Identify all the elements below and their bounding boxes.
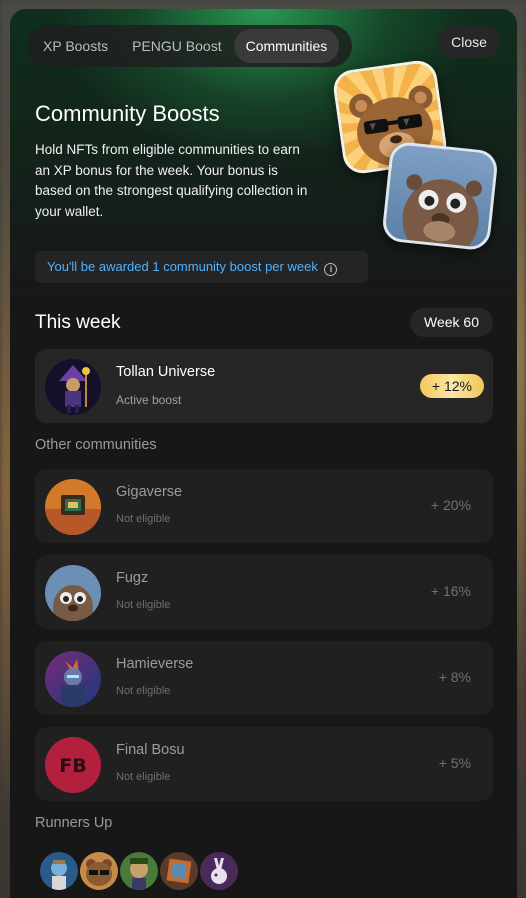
page-description: Hold NFTs from eligible communities to e… [35,142,308,219]
hamieverse-avatar [45,651,101,707]
community-status: Not eligible [116,599,171,611]
boost-percentage-badge: + 12% [419,374,484,398]
other-communities-heading: Other communities [35,437,157,453]
community-card-gigaverse[interactable]: Gigaverse Not eligible + 20% [35,469,493,543]
runner-avatar-4[interactable] [160,852,198,890]
info-text: You'll be awarded 1 community boost per … [47,259,318,274]
fugz-avatar [45,565,101,621]
community-status: Active boost [116,393,182,407]
otter-artwork [381,140,499,252]
boost-percentage: + 16% [430,583,471,599]
community-status: Not eligible [116,771,171,783]
tab-communities[interactable]: Communities [233,29,340,63]
close-button[interactable]: Close [438,26,500,58]
community-status: Not eligible [116,513,171,525]
community-name: Gigaverse [116,484,183,500]
runner-avatar-1[interactable] [40,852,78,890]
community-boosts-modal: XP Boosts PENGU Boost Communities Close [10,9,517,898]
boost-percentage: + 20% [430,497,471,513]
runner-avatar-5[interactable] [200,852,238,890]
final-bosu-logo: FB [45,737,101,793]
community-card-hamieverse[interactable]: Hamieverse Not eligible + 8% [35,641,493,715]
tab-bar: XP Boosts PENGU Boost Communities [27,25,352,67]
page-title: Community Boosts [35,101,220,126]
gigaverse-avatar [45,479,101,535]
community-name: Final Bosu [116,742,185,758]
community-name: Tollan Universe [116,364,216,380]
tab-xp-boosts[interactable]: XP Boosts [31,29,120,63]
runner-avatar-2[interactable] [80,852,118,890]
community-status: Not eligible [116,685,171,697]
boost-percentage: + 5% [438,755,471,771]
tab-pengu-boost[interactable]: PENGU Boost [120,29,233,63]
active-community-card[interactable]: Tollan Universe Active boost + 12% [35,349,493,423]
weekly-boost-info: You'll be awarded 1 community boost per … [35,251,368,283]
info-icon[interactable]: i [324,263,338,276]
community-card-final-bosu[interactable]: FB Final Bosu Not eligible + 5% [35,727,493,801]
community-name: Fugz [116,570,149,586]
this-week-heading: This week [35,312,121,333]
boost-percentage: + 8% [438,669,471,685]
week-badge: Week 60 [410,308,493,337]
runner-avatar-3[interactable] [120,852,158,890]
runners-up-heading: Runners Up [35,815,113,831]
community-name: Hamieverse [116,656,194,672]
final-bosu-logo-text: FB [59,755,86,777]
tollan-universe-avatar [45,359,101,415]
community-card-fugz[interactable]: Fugz Not eligible + 16% [35,555,493,629]
